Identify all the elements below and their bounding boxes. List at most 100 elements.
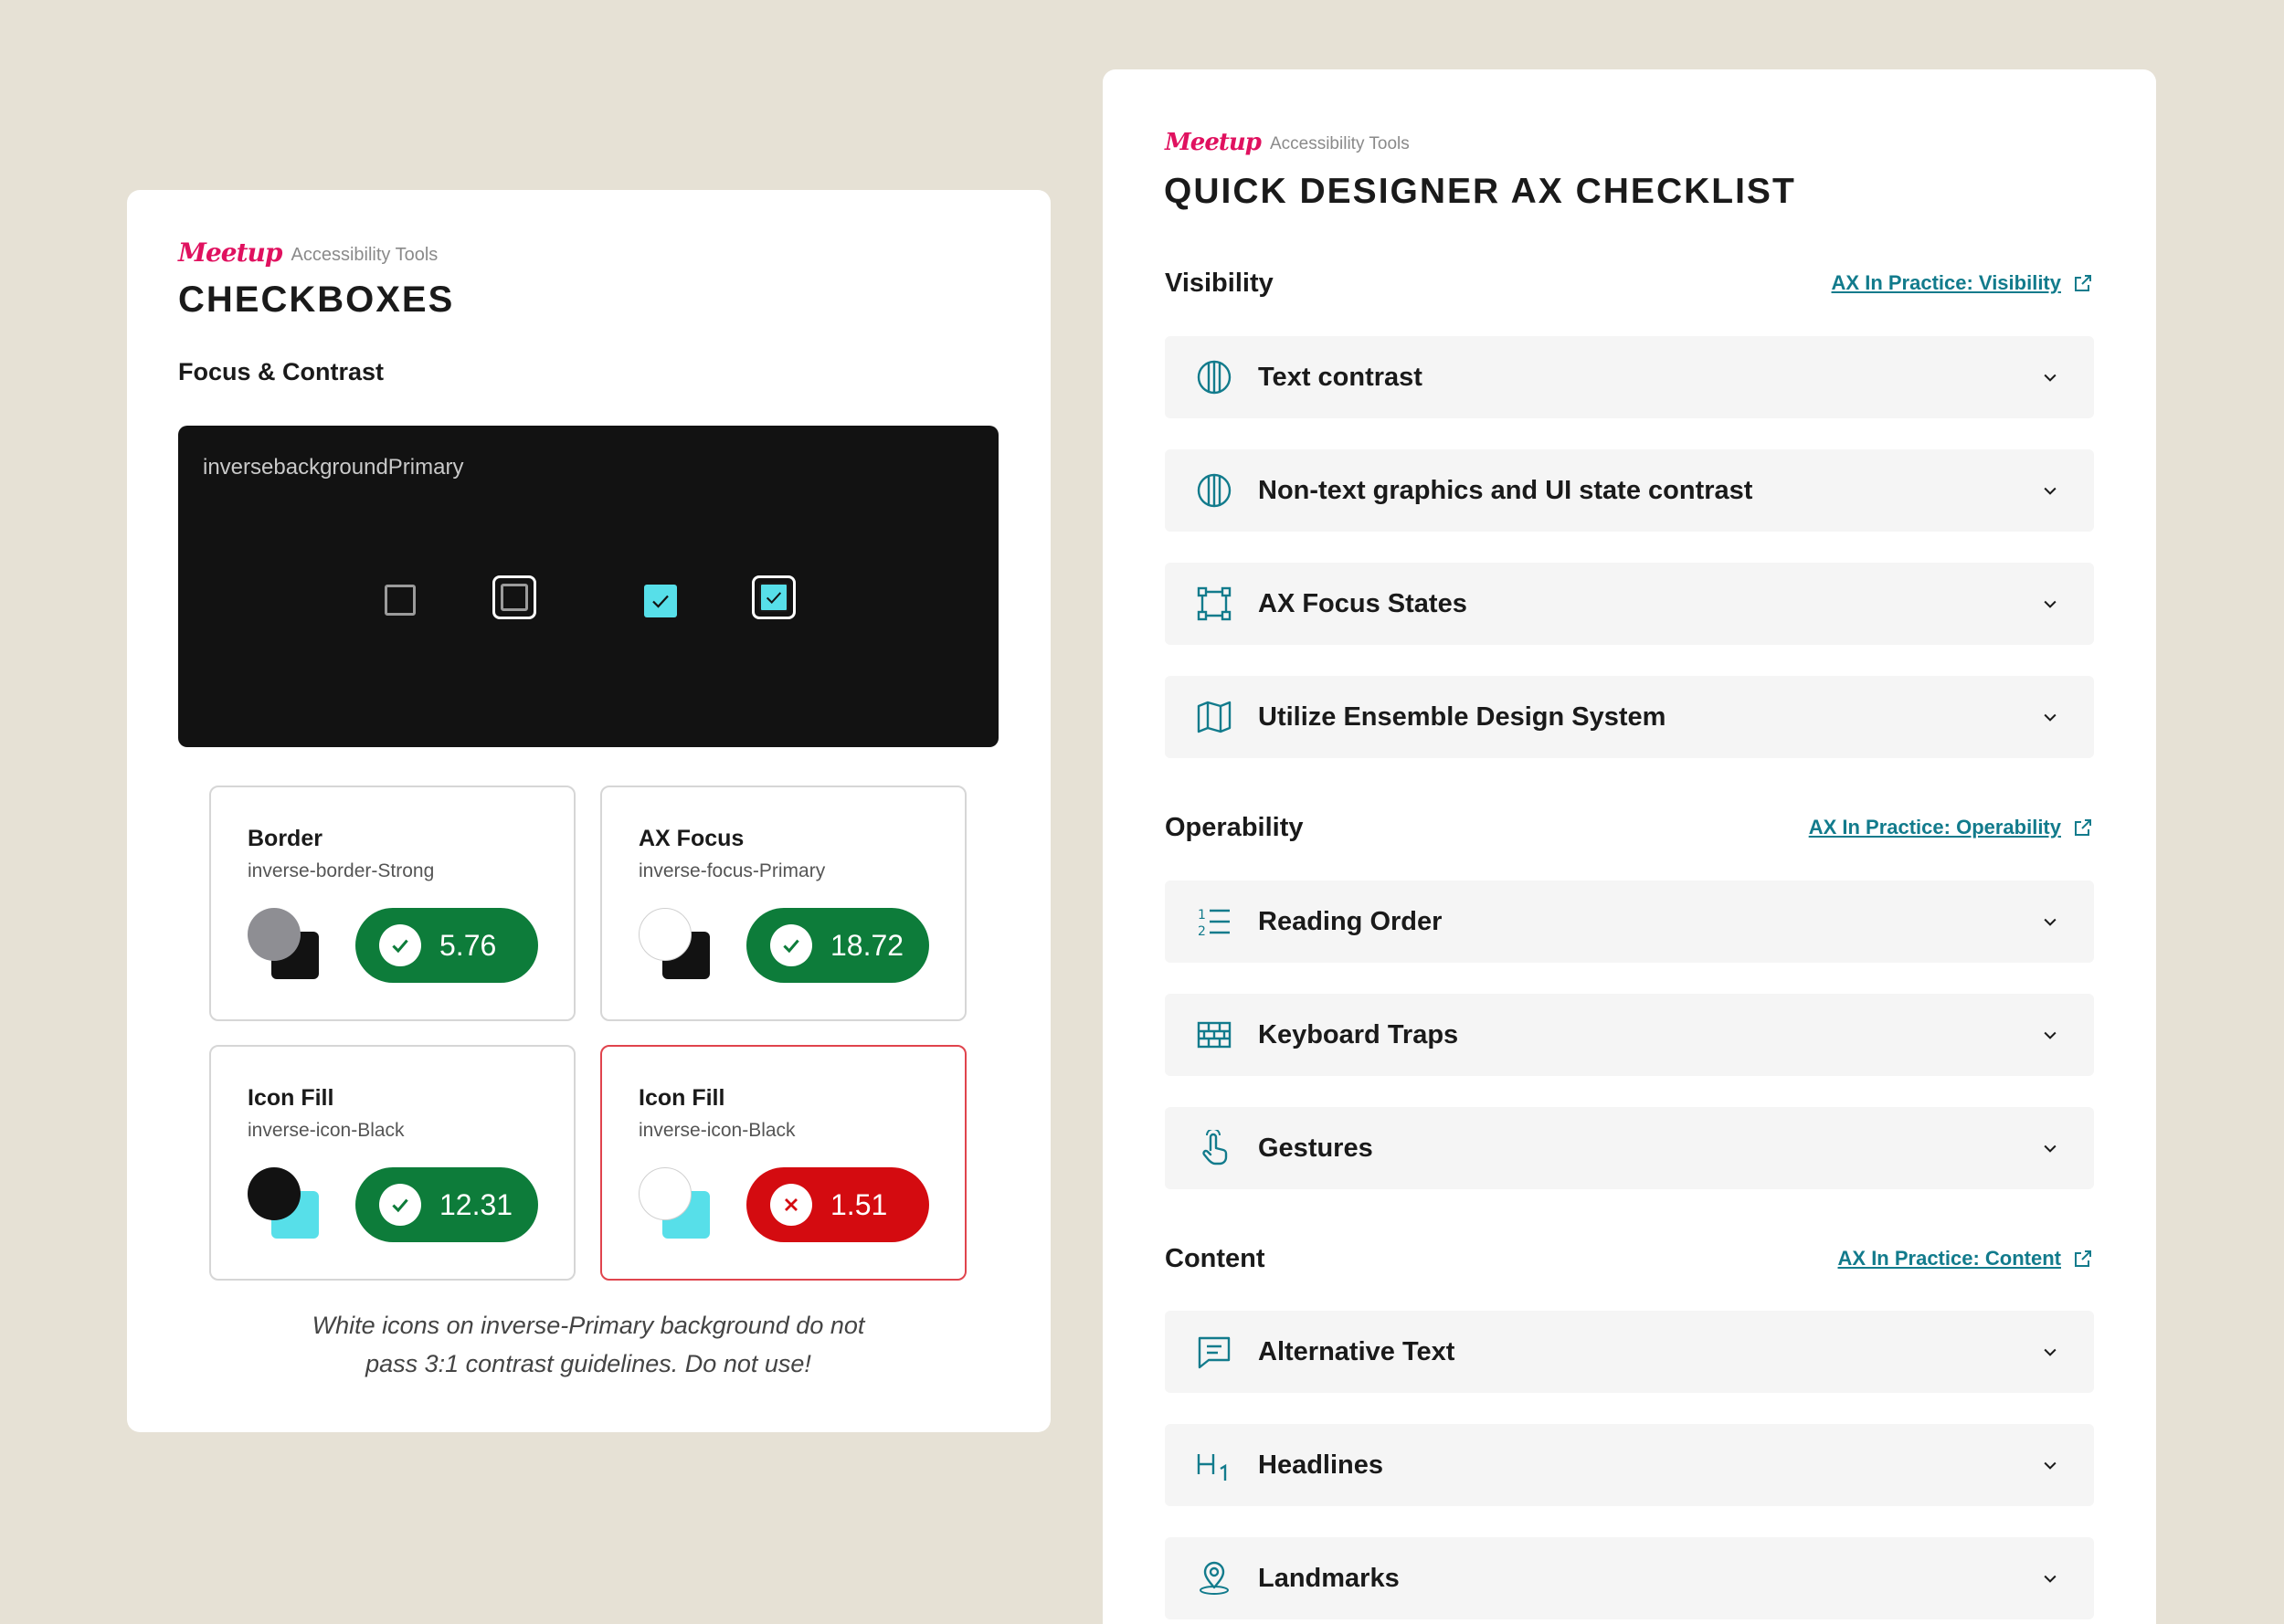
- contrast-ratio-badge: 12.31: [355, 1167, 538, 1242]
- warning-note-line: White icons on inverse-Primary backgroun…: [312, 1312, 865, 1339]
- chevron-down-icon: [2039, 1341, 2061, 1363]
- check-circle-icon: [379, 1184, 421, 1226]
- external-link-icon: [2075, 275, 2091, 291]
- checkbox-checked[interactable]: [644, 585, 677, 617]
- contrast-ratio-badge: 18.72: [746, 908, 929, 983]
- ax-in-practice-content-link[interactable]: AX In Practice: Content: [1838, 1247, 2094, 1271]
- accordion-label: Keyboard Traps: [1258, 1019, 1459, 1049]
- accordion-label: Text contrast: [1258, 362, 1422, 392]
- heading-icon: [1196, 1447, 1232, 1483]
- token-value: inverse-icon-Black: [248, 1120, 405, 1141]
- external-link-icon: [2075, 819, 2091, 836]
- contrast-ratio: 12.31: [439, 1187, 513, 1221]
- contrast-ratio: 18.72: [830, 928, 904, 962]
- hand-pointer-icon: [1196, 1130, 1232, 1166]
- location-pin-icon: [1196, 1560, 1232, 1597]
- accordion-label: Non-text graphics and UI state contrast: [1258, 475, 1753, 505]
- accordion-ensemble-design-system[interactable]: Utilize Ensemble Design System: [1165, 676, 2094, 758]
- section-header-content: Content AX In Practice: Content: [1165, 1240, 2094, 1277]
- contrast-card-icon-fill-fail: Icon Fill inverse-icon-Black 1.51: [600, 1045, 967, 1281]
- contrast-ratio: 1.51: [830, 1187, 888, 1221]
- svg-text:1: 1: [1198, 908, 1206, 923]
- section-title: Content: [1165, 1243, 1265, 1273]
- inverse-background-preview: inversebackgroundPrimary: [178, 426, 999, 747]
- section-title: Visibility: [1165, 268, 1274, 298]
- color-swatch: [639, 908, 712, 981]
- check-circle-icon: [379, 924, 421, 966]
- token-value: inverse-icon-Black: [639, 1120, 796, 1141]
- accordion-text-contrast[interactable]: Text contrast: [1165, 336, 2094, 418]
- accordion-landmarks[interactable]: Landmarks: [1165, 1537, 2094, 1619]
- svg-text:2: 2: [1198, 924, 1206, 939]
- check-icon: [766, 592, 782, 604]
- contrast-card-icon-fill: Icon Fill inverse-icon-Black 12.31: [209, 1045, 576, 1281]
- section-title: Operability: [1165, 812, 1304, 842]
- contrast-ratio-badge: 5.76: [355, 908, 538, 983]
- chevron-down-icon: [2039, 480, 2061, 501]
- map-icon: [1196, 699, 1232, 735]
- accordion-label: Gestures: [1258, 1133, 1373, 1163]
- chevron-down-icon: [2039, 706, 2061, 728]
- checkbox-checked-focused[interactable]: [752, 575, 796, 619]
- message-icon: [1196, 1334, 1232, 1370]
- accordion-label: Utilize Ensemble Design System: [1258, 701, 1666, 732]
- token-value: inverse-border-Strong: [248, 860, 435, 881]
- accordion-headlines[interactable]: Headlines: [1165, 1424, 2094, 1506]
- contrast-icon: [1196, 359, 1232, 395]
- chevron-down-icon: [2039, 593, 2061, 615]
- brick-wall-icon: [1196, 1017, 1232, 1053]
- accordion-non-text-contrast[interactable]: Non-text graphics and UI state contrast: [1165, 449, 2094, 532]
- contrast-icon: [1196, 472, 1232, 509]
- meetup-logo: Meetup: [178, 237, 282, 268]
- brand-header: Meetup Accessibility Tools: [178, 237, 438, 268]
- checklist-card: Meetup Accessibility Tools QUICK DESIGNE…: [1103, 69, 2156, 1624]
- link-label: AX In Practice: Content: [1837, 1247, 2061, 1270]
- external-link-icon: [2075, 1250, 2091, 1267]
- page-title: QUICK DESIGNER AX CHECKLIST: [1164, 172, 1796, 211]
- contrast-ratio: 5.76: [439, 928, 497, 962]
- accordion-label: Headlines: [1258, 1450, 1383, 1480]
- contrast-card-border: Border inverse-border-Strong 5.76: [209, 786, 576, 1021]
- token-name: Icon Fill: [248, 1085, 334, 1111]
- ordered-list-icon: 12: [1196, 903, 1232, 940]
- accordion-label: Reading Order: [1258, 906, 1443, 936]
- warning-note: White icons on inverse-Primary backgroun…: [178, 1306, 999, 1383]
- focus-frame-icon: [1196, 585, 1232, 622]
- ax-in-practice-operability-link[interactable]: AX In Practice: Operability: [1809, 816, 2094, 839]
- check-circle-icon: [770, 924, 812, 966]
- checkboxes-card: Meetup Accessibility Tools CHECKBOXES Fo…: [127, 190, 1051, 1432]
- ax-in-practice-visibility-link[interactable]: AX In Practice: Visibility: [1832, 271, 2094, 295]
- accordion-keyboard-traps[interactable]: Keyboard Traps: [1165, 994, 2094, 1076]
- accordion-label: AX Focus States: [1258, 588, 1467, 618]
- accordion-reading-order[interactable]: 12 Reading Order: [1165, 881, 2094, 963]
- token-value: inverse-focus-Primary: [639, 860, 826, 881]
- contrast-card-focus: AX Focus inverse-focus-Primary 18.72: [600, 786, 967, 1021]
- section-header-visibility: Visibility AX In Practice: Visibility: [1165, 265, 2094, 301]
- brand-subtitle: Accessibility Tools: [291, 245, 439, 265]
- color-swatch: [248, 1167, 321, 1240]
- brand-subtitle: Accessibility Tools: [1269, 134, 1410, 153]
- link-label: AX In Practice: Visibility: [1831, 271, 2061, 294]
- accordion-alternative-text[interactable]: Alternative Text: [1165, 1311, 2094, 1393]
- accordion-ax-focus-states[interactable]: AX Focus States: [1165, 563, 2094, 645]
- accordion-gestures[interactable]: Gestures: [1165, 1107, 2094, 1189]
- section-subtitle: Focus & Contrast: [178, 358, 385, 385]
- check-icon: [652, 595, 669, 608]
- token-name: Icon Fill: [639, 1085, 725, 1111]
- contrast-ratio-badge: 1.51: [746, 1167, 929, 1242]
- page-title: CHECKBOXES: [178, 279, 455, 320]
- chevron-down-icon: [2039, 1454, 2061, 1476]
- chevron-down-icon: [2039, 1567, 2061, 1589]
- accordion-label: Landmarks: [1258, 1563, 1400, 1593]
- link-label: AX In Practice: Operability: [1808, 816, 2061, 838]
- chevron-down-icon: [2039, 1137, 2061, 1159]
- color-swatch: [248, 908, 321, 981]
- token-name: AX Focus: [639, 826, 745, 851]
- x-circle-icon: [770, 1184, 812, 1226]
- checkbox-unchecked-focused[interactable]: [492, 575, 536, 619]
- section-header-operability: Operability AX In Practice: Operability: [1165, 809, 2094, 846]
- warning-note-line: pass 3:1 contrast guidelines. Do not use…: [365, 1350, 811, 1377]
- checkbox-unchecked[interactable]: [385, 585, 416, 616]
- preview-label: inversebackgroundPrimary: [203, 455, 464, 480]
- brand-header: Meetup Accessibility Tools: [1165, 129, 1410, 156]
